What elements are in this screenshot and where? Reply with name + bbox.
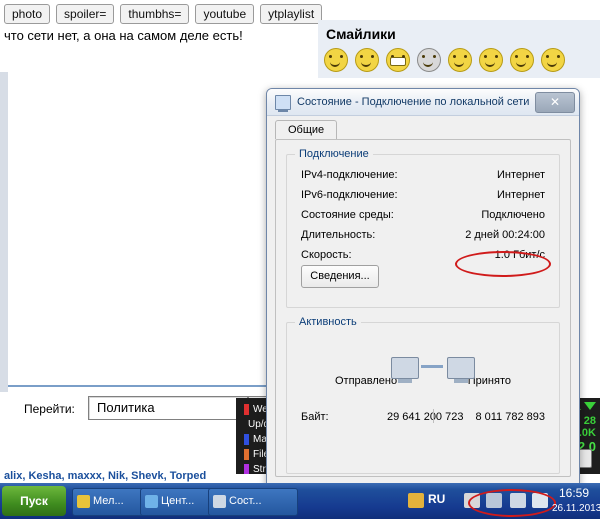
speed-highlight-annotation [455,251,551,277]
clock-time: 16:59 [552,486,596,501]
row-key: Скорость: [301,249,352,261]
post-text: что сети нет, а она на самом деле есть! [4,28,243,43]
goto-select[interactable]: Политика [88,396,248,420]
goto-label: Перейти: [24,402,75,416]
bbcode-button-youtube[interactable]: youtube [195,4,254,24]
smilies-title: Смайлики [326,26,396,42]
bbcode-button-ytplaylist[interactable]: ytplaylist [260,4,322,24]
row-value: 2 дней 00:24:00 [465,229,545,241]
smilies-row [324,48,565,72]
tray-highlight-annotation [468,489,556,517]
bytes-sent-value: 29 641 200 723 [387,411,463,423]
link-line-icon [421,365,443,368]
computer-icon [391,357,419,379]
download-arrow-icon [584,402,596,410]
legend-swatch [244,404,249,415]
members-line: alix, Kesha, maxxx, Nik, Shevk, Torped [4,470,206,482]
legend-swatch [244,464,249,474]
legend-swatch [244,434,249,445]
browser-icon [77,495,90,508]
bytes-received-value: 8 011 782 893 [475,411,545,423]
smiley-icon[interactable] [417,48,441,72]
network-status-dialog: Состояние - Подключение по локальной сет… [266,88,580,486]
taskbar: Пуск Мел... Цент... Сост... RU 16:59 26.… [0,483,600,519]
system-tray: RU 16:59 26.11.2013 [400,483,600,519]
activity-legend: Активность [295,316,361,328]
smiley-icon[interactable] [510,48,534,72]
smiley-icon[interactable] [479,48,503,72]
taskbar-button-label: Сост... [229,495,262,507]
row-value: Интернет [497,189,545,201]
control-panel-icon [145,495,158,508]
upload-rate: 28 [584,415,596,427]
bbcode-button-thumbs[interactable]: thumbhs= [120,4,189,24]
row-key: Состояние среды: [301,209,394,221]
dialog-body: Подключение IPv4-подключение: Интернет I… [275,139,571,477]
smiley-icon[interactable] [541,48,565,72]
smiley-icon[interactable] [386,48,410,72]
details-button[interactable]: Сведения... [301,265,379,288]
taskbar-button-label: Цент... [161,495,194,507]
dialog-title: Состояние - Подключение по локальной сет… [297,96,529,108]
activity-group: Активность Отправлено Принято Байт: 29 6… [286,322,560,474]
start-button[interactable]: Пуск [2,486,66,516]
row-key: IPv4-подключение: [301,169,398,181]
divider-line [8,385,308,387]
language-indicator[interactable]: RU [428,492,448,507]
row-key: Длительность: [301,229,375,241]
row-value: Интернет [497,169,545,181]
row-value: Подключено [481,209,545,221]
taskbar-button-label: Мел... [93,495,124,507]
connection-legend: Подключение [295,148,373,160]
network-status-icon [213,495,226,508]
clock[interactable]: 16:59 26.11.2013 [552,486,596,516]
smiley-icon[interactable] [324,48,348,72]
dialog-titlebar[interactable]: Состояние - Подключение по локальной сет… [267,89,579,116]
network-status-icon [275,95,291,110]
divider [433,409,434,423]
bbcode-button-spoiler[interactable]: spoiler= [56,4,114,24]
left-gutter [0,72,8,392]
computer-icon [447,357,475,379]
clock-date: 26.11.2013 [552,501,596,516]
dialog-tabstrip: Общие [275,119,337,140]
sent-label: Отправлено [335,375,397,387]
row-key: IPv6-подключение: [301,189,398,201]
tab-obschie[interactable]: Общие [275,120,337,139]
close-icon[interactable]: ✕ [535,92,575,113]
legend-swatch [244,449,249,460]
smiley-icon[interactable] [355,48,379,72]
taskbar-button-status[interactable]: Сост... [208,488,298,516]
smiley-icon[interactable] [448,48,472,72]
bbcode-button-photo[interactable]: photo [4,4,50,24]
connection-group: Подключение IPv4-подключение: Интернет I… [286,154,560,308]
bbcode-toolbar: photo spoiler= thumbhs= youtube ytplayli… [4,4,322,24]
bytes-label: Байт: [301,411,329,423]
folder-icon[interactable] [408,493,424,508]
